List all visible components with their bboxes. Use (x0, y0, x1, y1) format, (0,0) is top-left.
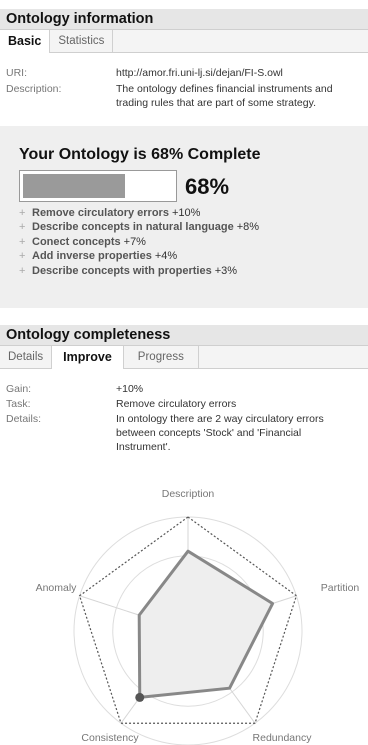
plus-icon: + (19, 235, 26, 248)
radar-axis-label: Partition (321, 582, 360, 594)
tip-gain: +3% (214, 264, 238, 277)
tab-improve[interactable]: Improve (52, 346, 124, 369)
task-label: Task: (6, 398, 31, 410)
tip-item[interactable]: + Describe concepts with properties +3% (19, 264, 259, 278)
improvement-tips-list: + Remove circulatory errors +10% + Descr… (19, 206, 259, 278)
radar-axis-label: Redundancy (253, 732, 313, 744)
tip-text: Conect concepts (32, 235, 121, 248)
ontology-completeness-panel: Ontology completeness Details Improve Pr… (0, 325, 368, 479)
radar-axis-label: Description (162, 488, 215, 500)
completeness-radar-chart: Description Partition Redundancy Consistenc… (36, 488, 360, 745)
tip-item[interactable]: + Describe concepts in natural language … (19, 220, 259, 234)
tip-text: Add inverse properties (32, 250, 152, 263)
gain-label: Gain: (6, 383, 32, 395)
tip-gain: +8% (236, 221, 260, 234)
details-label: Details: (6, 413, 42, 425)
uri-value: http://amor.fri.uni-lj.si/dejan/FI-S.owl (116, 67, 283, 79)
panel-title: Ontology completeness (0, 325, 368, 346)
radar-axis-label: Consistency (81, 732, 139, 744)
description-value-line2: trading rules that are part of some stra… (116, 97, 316, 109)
plus-icon: + (19, 221, 26, 234)
tip-item[interactable]: + Add inverse properties +4% (19, 249, 259, 263)
tip-text: Describe concepts with properties (32, 264, 212, 277)
tab-details[interactable]: Details (0, 346, 53, 368)
radar-axis-label: Anomaly (36, 582, 78, 594)
tip-text: Describe concepts in natural language (32, 221, 234, 234)
tip-item[interactable]: + Remove circulatory errors +10% (19, 206, 259, 220)
radar-data-polygon (137, 549, 275, 699)
progress-fill (23, 174, 125, 198)
completeness-percent: 68% (185, 174, 230, 199)
radar-highlight-point (135, 692, 145, 702)
task-value: Remove circulatory errors (116, 398, 237, 410)
plus-icon: + (19, 264, 26, 277)
details-value-line2: between concepts 'Stock' and 'Financial (116, 427, 302, 439)
tip-text: Remove circulatory errors (32, 207, 169, 219)
panel-title: Ontology information (0, 9, 368, 30)
plus-icon: + (19, 207, 26, 219)
description-value-line1: The ontology defines financial instrumen… (116, 83, 333, 95)
completeness-progress-bar (19, 170, 177, 202)
tip-gain: +10% (171, 207, 201, 219)
tip-item[interactable]: + Conect concepts +7% (19, 235, 259, 249)
description-label: Description: (6, 83, 62, 95)
ontology-information-panel: Ontology information Basic Statistics UR… (0, 9, 368, 123)
completeness-summary-box: Your Ontology is 68% Complete 68% + Remo… (0, 126, 368, 308)
tip-gain: +7% (123, 235, 146, 248)
details-value-line3: Instrument'. (116, 441, 171, 453)
plus-icon: + (19, 250, 26, 263)
uri-label: URI: (6, 67, 27, 79)
tip-gain: +4% (154, 250, 178, 263)
tab-progress[interactable]: Progress (123, 346, 199, 368)
completeness-title: Your Ontology is 68% Complete (19, 146, 261, 163)
tab-statistics[interactable]: Statistics (50, 30, 114, 52)
gain-value: +10% (116, 383, 144, 395)
completeness-tab-bar: Details Improve Progress (0, 346, 368, 369)
info-tab-bar: Basic Statistics (0, 30, 368, 53)
details-value-line1: In ontology there are 2 way circulatory … (116, 413, 324, 425)
tab-basic[interactable]: Basic (0, 30, 51, 53)
